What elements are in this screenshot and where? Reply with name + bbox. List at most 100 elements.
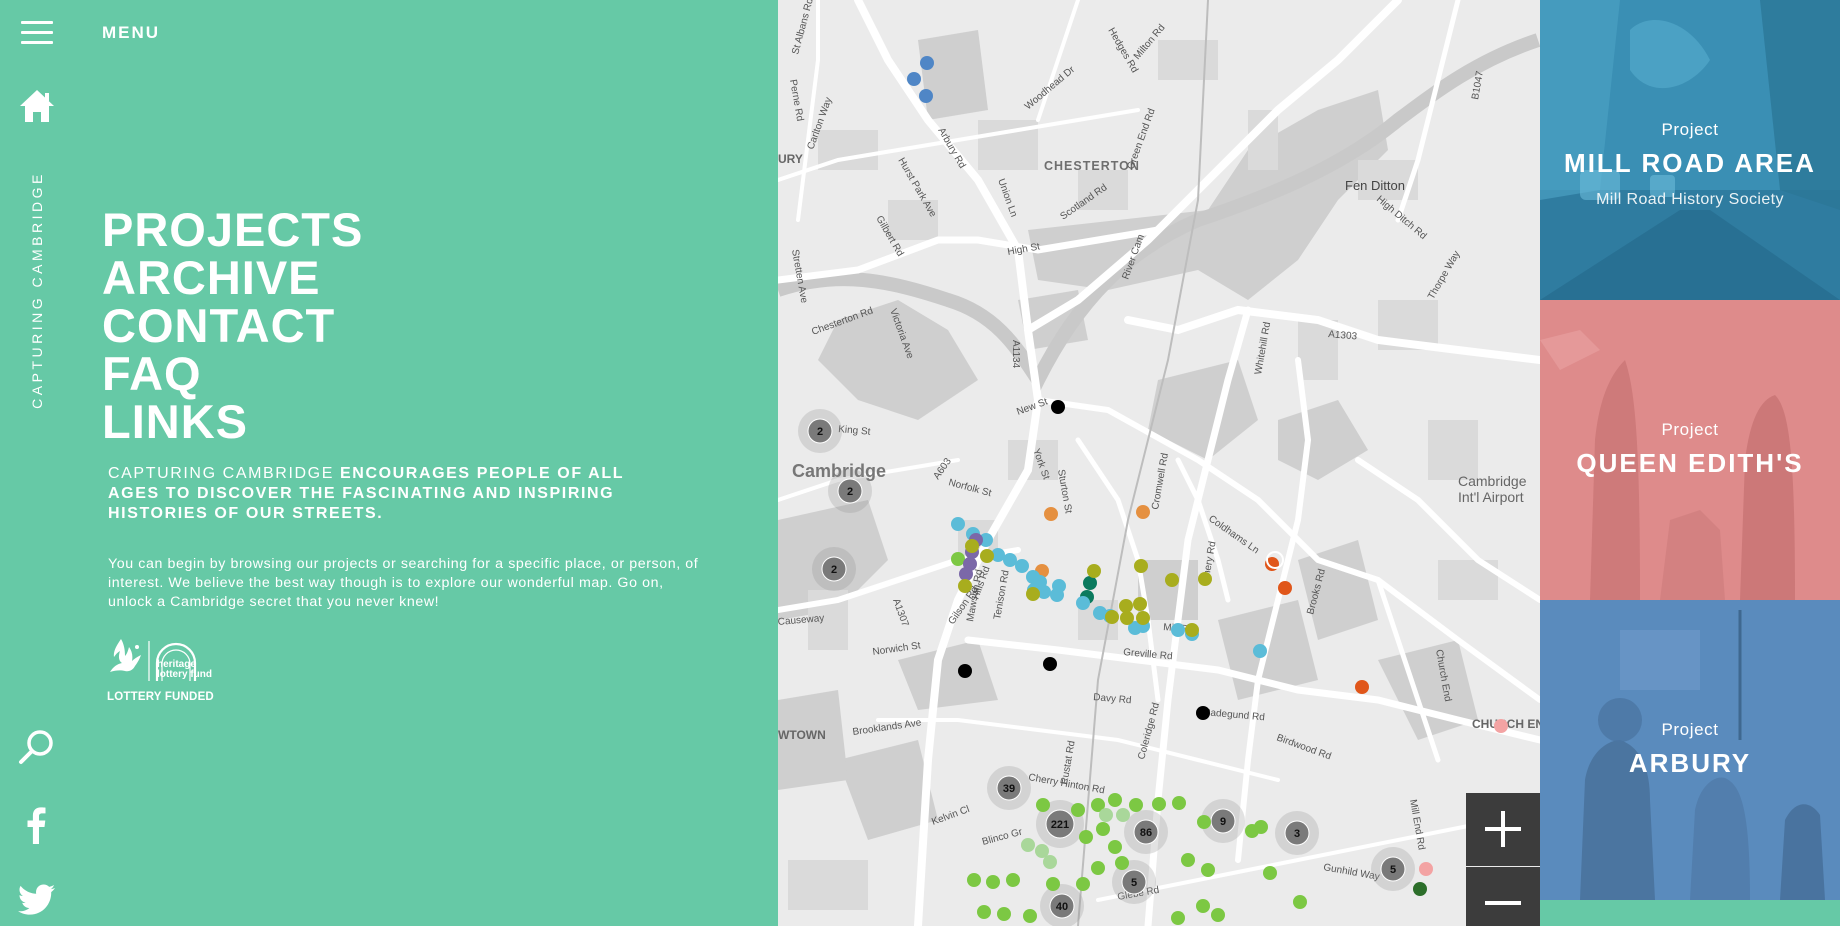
map-marker[interactable]	[965, 539, 979, 553]
project-card-queen-ediths[interactable]: Project QUEEN EDITH'S	[1540, 300, 1840, 600]
map-marker[interactable]	[1263, 866, 1277, 880]
map-marker[interactable]	[1021, 838, 1035, 852]
map-marker[interactable]	[1015, 559, 1029, 573]
map-marker[interactable]	[1046, 877, 1060, 891]
map-marker[interactable]	[1197, 815, 1211, 829]
map-marker[interactable]	[1133, 597, 1147, 611]
map-marker[interactable]	[919, 89, 933, 103]
map-marker[interactable]	[980, 549, 994, 563]
map-canvas[interactable]: CHESTERTON Fen Ditton Cambridge Cambridg…	[778, 0, 1540, 926]
intro-description: You can begin by browsing our projects o…	[108, 556, 699, 610]
map-marker[interactable]	[1043, 855, 1057, 869]
search-icon[interactable]	[18, 728, 56, 766]
map-marker[interactable]	[1129, 798, 1143, 812]
map-marker[interactable]	[1293, 895, 1307, 909]
map-marker[interactable]	[951, 517, 965, 531]
map-marker[interactable]	[1171, 911, 1185, 925]
map-marker[interactable]	[958, 579, 972, 593]
map-marker[interactable]	[977, 905, 991, 919]
map-marker[interactable]	[1003, 553, 1017, 567]
cluster-count: 3	[1294, 828, 1300, 840]
map-marker[interactable]	[1134, 559, 1148, 573]
map-marker[interactable]	[1044, 507, 1058, 521]
nav-links[interactable]: LINKS	[102, 398, 363, 446]
zoom-in-button[interactable]	[1466, 793, 1540, 866]
map-marker[interactable]	[1083, 576, 1097, 590]
map-marker[interactable]	[1413, 882, 1427, 896]
map-marker[interactable]	[1119, 599, 1133, 613]
map-marker[interactable]	[1023, 909, 1037, 923]
twitter-icon[interactable]	[18, 884, 56, 916]
map-marker[interactable]	[1254, 820, 1268, 834]
map-marker[interactable]	[1165, 573, 1179, 587]
map-marker[interactable]	[959, 567, 973, 581]
project-map[interactable]: CHESTERTON Fen Ditton Cambridge Cambridg…	[778, 0, 1540, 926]
map-marker[interactable]	[1120, 611, 1134, 625]
map-marker[interactable]	[1079, 830, 1093, 844]
home-icon[interactable]	[18, 88, 56, 124]
map-marker[interactable]	[1253, 644, 1267, 658]
map-marker[interactable]	[920, 56, 934, 70]
map-cluster-marker[interactable]: 3	[1275, 811, 1319, 855]
map-marker[interactable]	[1108, 840, 1122, 854]
map-marker[interactable]	[967, 873, 981, 887]
map-marker[interactable]	[1278, 581, 1292, 595]
map-marker[interactable]	[1087, 564, 1101, 578]
facebook-icon[interactable]	[26, 806, 46, 844]
map-marker[interactable]	[1096, 822, 1110, 836]
map-marker[interactable]	[1172, 796, 1186, 810]
map-marker[interactable]	[907, 72, 921, 86]
map-marker[interactable]	[1071, 803, 1085, 817]
map-marker[interactable]	[1136, 505, 1150, 519]
map-cluster-marker[interactable]: 2	[828, 469, 872, 513]
map-marker[interactable]	[1494, 719, 1508, 733]
map-marker[interactable]	[1051, 400, 1065, 414]
nav-archive[interactable]: ARCHIVE	[102, 254, 363, 302]
map-marker[interactable]	[1115, 856, 1129, 870]
map-cluster-marker[interactable]: 2	[798, 409, 842, 453]
map-marker[interactable]	[1211, 908, 1225, 922]
project-card-kicker: Project	[1661, 420, 1719, 439]
map-marker[interactable]	[1105, 610, 1119, 624]
map-marker[interactable]	[1116, 808, 1130, 822]
map-marker[interactable]	[997, 907, 1011, 921]
map-marker[interactable]	[1043, 657, 1057, 671]
map-marker[interactable]	[1026, 587, 1040, 601]
map-marker[interactable]	[1355, 680, 1369, 694]
map-marker[interactable]	[1419, 862, 1433, 876]
map-cluster-marker[interactable]: 39	[987, 766, 1031, 810]
hamburger-icon[interactable]	[21, 21, 53, 45]
project-card-arbury[interactable]: Project ARBURY	[1540, 600, 1840, 900]
map-marker[interactable]	[951, 552, 965, 566]
map-marker[interactable]	[1196, 706, 1210, 720]
map-marker[interactable]	[1136, 611, 1150, 625]
map-marker[interactable]	[1076, 596, 1090, 610]
map-marker[interactable]	[1099, 808, 1113, 822]
map-marker[interactable]	[1152, 797, 1166, 811]
map-marker[interactable]	[1006, 873, 1020, 887]
map-marker[interactable]	[958, 664, 972, 678]
nav-faq[interactable]: FAQ	[102, 350, 363, 398]
map-marker[interactable]	[1091, 861, 1105, 875]
map-marker[interactable]	[986, 875, 1000, 889]
map-marker[interactable]	[1050, 588, 1064, 602]
map-marker[interactable]	[1198, 572, 1212, 586]
map-marker[interactable]	[1036, 798, 1050, 812]
map-marker[interactable]	[1201, 863, 1215, 877]
map-marker[interactable]	[1185, 623, 1199, 637]
nav-projects[interactable]: PROJECTS	[102, 206, 363, 254]
map-marker[interactable]	[1076, 877, 1090, 891]
map-marker[interactable]	[1196, 899, 1210, 913]
map-cluster-marker[interactable]: 86	[1124, 810, 1168, 854]
map-cluster-marker[interactable]: 40	[1040, 884, 1084, 926]
map-cluster-marker[interactable]: 5	[1371, 847, 1415, 891]
menu-label[interactable]: MENU	[102, 23, 160, 43]
map-marker[interactable]	[1108, 793, 1122, 807]
cluster-count: 9	[1220, 816, 1226, 828]
map-cluster-marker[interactable]: 2	[812, 547, 856, 591]
project-card-mill-road[interactable]: Project MILL ROAD AREA Mill Road History…	[1540, 0, 1840, 300]
nav-contact[interactable]: CONTACT	[102, 302, 363, 350]
zoom-out-button[interactable]	[1466, 867, 1540, 926]
map-marker[interactable]	[1181, 853, 1195, 867]
map-marker[interactable]	[1171, 623, 1185, 637]
